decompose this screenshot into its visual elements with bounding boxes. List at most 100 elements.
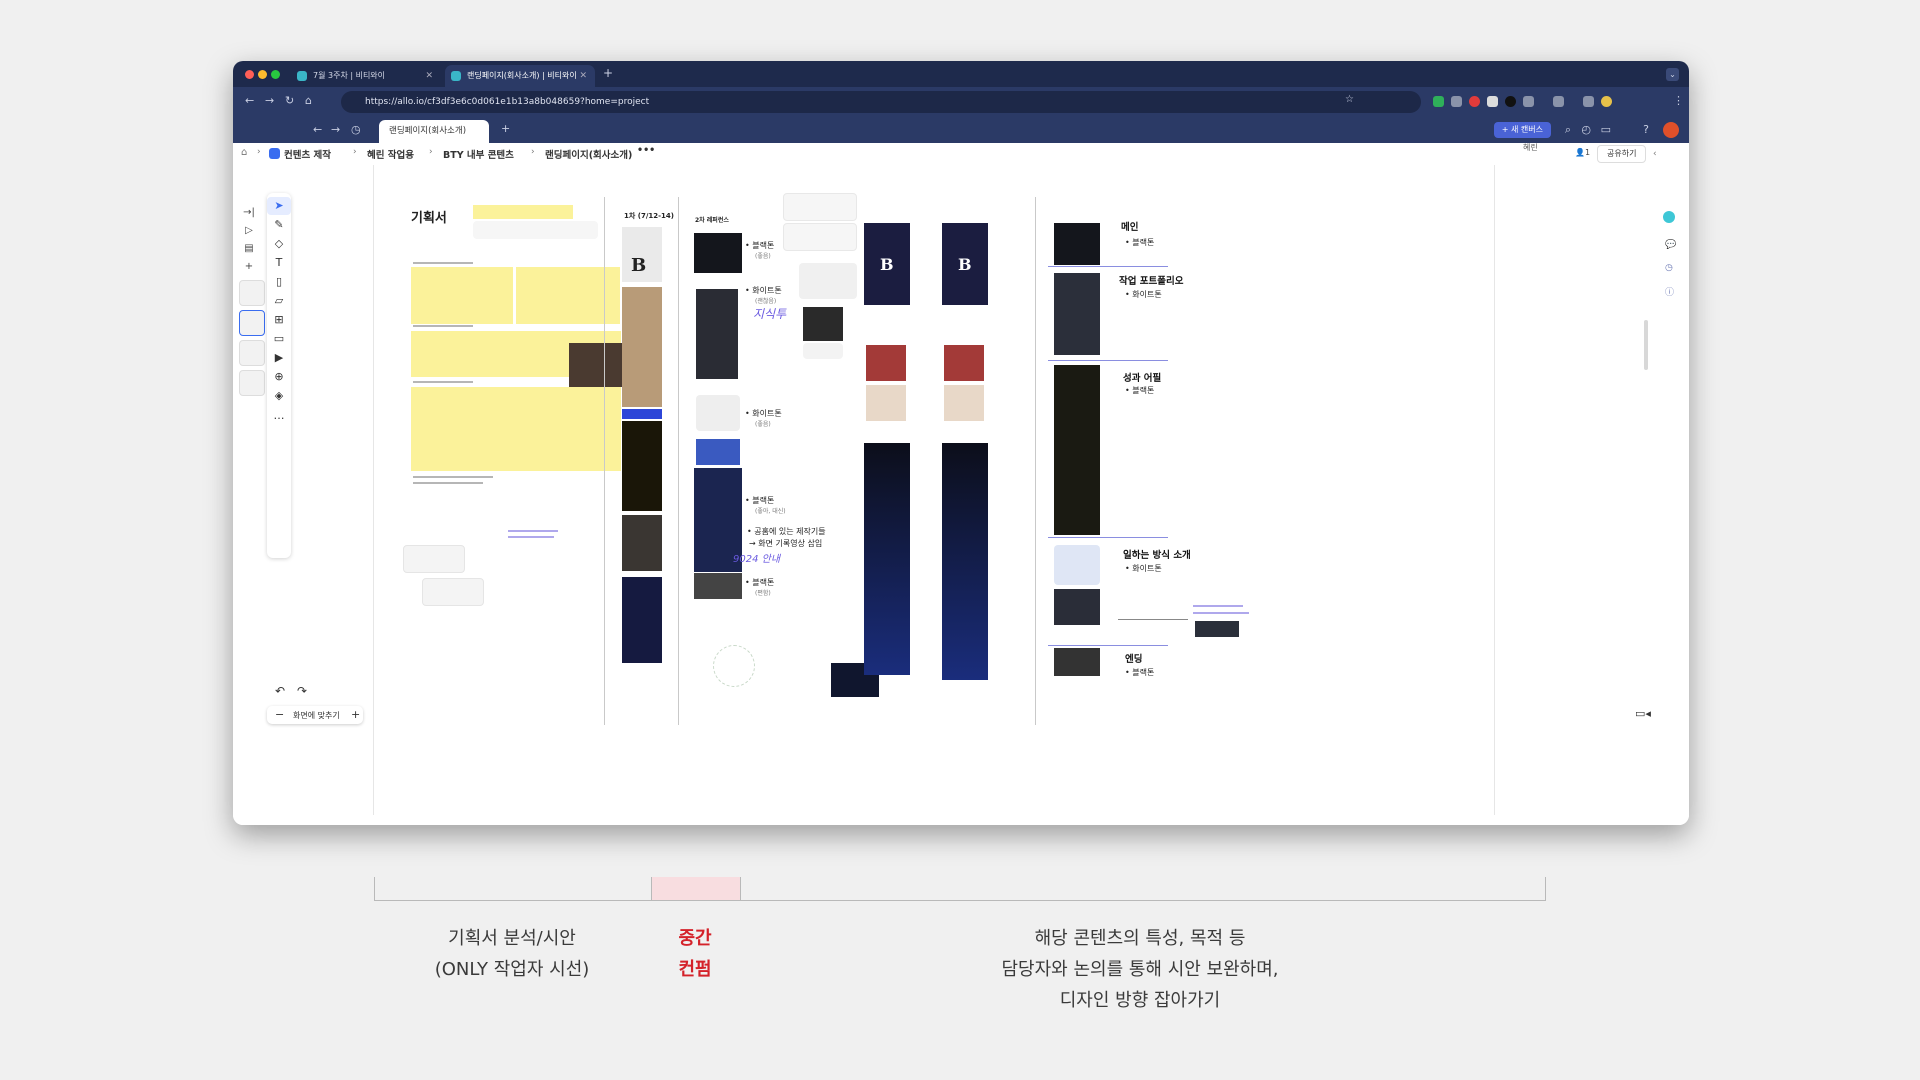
- frame-thumbnail[interactable]: [239, 340, 265, 366]
- video-call-icon[interactable]: ▭◂: [1635, 707, 1651, 720]
- embed-card[interactable]: [473, 221, 598, 239]
- reference-thumb[interactable]: [696, 289, 738, 379]
- tab-search-icon[interactable]: ⌄: [1666, 68, 1679, 81]
- section-preview[interactable]: [1054, 545, 1100, 585]
- frame-thumbnail-active[interactable]: [239, 310, 265, 336]
- browser-tab-1[interactable]: 7월 3주차 | 비티와이 ✕: [291, 65, 441, 87]
- mockup-dark[interactable]: [622, 515, 662, 571]
- new-tab-icon[interactable]: +: [603, 66, 613, 80]
- back-icon[interactable]: ←: [245, 94, 254, 107]
- table-icon[interactable]: ⊞: [267, 311, 291, 329]
- text-icon[interactable]: T: [267, 254, 291, 272]
- node-cluster[interactable]: [713, 645, 755, 687]
- app-logo-icon[interactable]: [1663, 211, 1675, 223]
- inbox-icon[interactable]: ▭: [1601, 123, 1611, 136]
- reference-thumb[interactable]: [1195, 621, 1239, 637]
- section-preview[interactable]: [1054, 365, 1100, 535]
- frame-thumbnail[interactable]: [239, 370, 265, 396]
- browser-tab-2[interactable]: 랜딩페이지(회사소개) | 비티와이 ✕: [445, 65, 595, 87]
- search-icon[interactable]: ⌕: [1565, 123, 1571, 137]
- reference-thumb[interactable]: [803, 307, 843, 341]
- mockup-food[interactable]: [622, 287, 662, 407]
- more-options-icon[interactable]: •••: [637, 145, 655, 156]
- chat-icon[interactable]: 💬: [1665, 240, 1676, 250]
- section-preview[interactable]: [1054, 589, 1100, 625]
- extension-n-icon[interactable]: [1433, 96, 1444, 107]
- link-card[interactable]: [422, 578, 484, 606]
- section-preview[interactable]: [1054, 648, 1100, 676]
- home-icon[interactable]: ⌂: [241, 147, 247, 158]
- fit-screen-button[interactable]: 화면에 맞추기: [293, 710, 340, 721]
- collapse-panel-icon[interactable]: ‹: [1653, 149, 1657, 159]
- reference-thumb[interactable]: [694, 573, 742, 599]
- extension-dark-icon[interactable]: [1505, 96, 1516, 107]
- add-frame-icon[interactable]: +: [241, 261, 257, 272]
- link-card[interactable]: [403, 545, 465, 573]
- sidebar-toggle-icon[interactable]: [1553, 96, 1564, 107]
- product-image[interactable]: [944, 385, 984, 421]
- reference-thumb[interactable]: [696, 439, 740, 465]
- download-icon[interactable]: [1583, 96, 1594, 107]
- add-page-icon[interactable]: +: [501, 122, 510, 135]
- extension-camera-icon[interactable]: [1451, 96, 1462, 107]
- link-card[interactable]: [803, 343, 843, 359]
- link-card[interactable]: [783, 223, 857, 251]
- shapes-icon[interactable]: ◇: [267, 235, 291, 253]
- close-window-button[interactable]: [245, 70, 254, 79]
- zoom-in-icon[interactable]: +: [351, 708, 360, 721]
- home-icon[interactable]: ⌂: [305, 94, 312, 107]
- browser-menu-icon[interactable]: ⋮: [1673, 94, 1684, 107]
- video-icon[interactable]: ▶: [267, 349, 291, 367]
- frame-thumbnail[interactable]: [239, 280, 265, 306]
- sticky-note[interactable]: [411, 387, 621, 471]
- share-button[interactable]: 공유하기: [1597, 145, 1647, 163]
- reference-thumb[interactable]: [696, 395, 740, 431]
- comment-icon[interactable]: ▭: [267, 330, 291, 348]
- reload-icon[interactable]: ↻: [285, 94, 294, 107]
- product-image[interactable]: [866, 385, 906, 421]
- product-image[interactable]: [944, 345, 984, 381]
- close-tab-icon[interactable]: ✕: [579, 65, 587, 87]
- section-preview[interactable]: [1054, 273, 1100, 355]
- redo-icon[interactable]: ↷: [297, 684, 307, 698]
- present-icon[interactable]: ▷: [241, 225, 257, 236]
- canvas-area[interactable]: →| ▷ ▤ + ➤ ✎ ◇ T ▯ ▱ ⊞ ▭ ▶ ⊕ ◈ … ↶ ↷ − 화…: [233, 165, 1689, 825]
- section-preview[interactable]: [1054, 223, 1100, 265]
- history-icon[interactable]: ◷: [351, 123, 361, 136]
- embed-icon[interactable]: ⊕: [267, 368, 291, 386]
- app-back-icon[interactable]: ←: [313, 123, 322, 136]
- user-avatar[interactable]: [1663, 122, 1679, 138]
- bookmark-star-icon[interactable]: ☆: [1345, 94, 1354, 105]
- mockup-banner[interactable]: [622, 409, 662, 419]
- history-panel-icon[interactable]: ◷: [1665, 263, 1673, 273]
- product-image[interactable]: [866, 345, 906, 381]
- breadcrumb-item[interactable]: 혜린 작업용: [367, 147, 414, 161]
- document-icon[interactable]: ▯: [267, 273, 291, 291]
- link-card[interactable]: [783, 193, 857, 221]
- sticky-note[interactable]: [411, 267, 513, 324]
- mockup-blue[interactable]: [622, 577, 662, 663]
- mockup-gold[interactable]: [622, 421, 662, 511]
- profile-avatar[interactable]: [1601, 96, 1612, 107]
- extensions-puzzle-icon[interactable]: [1523, 96, 1534, 107]
- help-icon[interactable]: ?: [1643, 123, 1649, 136]
- extension-pinterest-icon[interactable]: [1469, 96, 1480, 107]
- zoom-out-icon[interactable]: −: [275, 708, 284, 721]
- sticky-note-icon[interactable]: ▱: [267, 292, 291, 310]
- close-tab-icon[interactable]: ✕: [425, 65, 433, 87]
- timer-icon[interactable]: ◴: [1581, 123, 1591, 136]
- reference-thumb[interactable]: [694, 233, 742, 273]
- url-field[interactable]: https://allo.io/cf3df3e6c0d061e1b13a8b04…: [341, 91, 1421, 113]
- minimize-window-button[interactable]: [258, 70, 267, 79]
- collapse-rail-icon[interactable]: →|: [241, 207, 257, 218]
- forward-icon[interactable]: →: [265, 94, 274, 107]
- extension-box-icon[interactable]: [1487, 96, 1498, 107]
- breadcrumb-item[interactable]: 컨텐츠 제작: [284, 147, 331, 161]
- new-canvas-button[interactable]: + 새 캔버스: [1493, 122, 1551, 138]
- frames-icon[interactable]: ▤: [241, 243, 257, 254]
- more-tools-icon[interactable]: …: [267, 407, 291, 425]
- select-cursor-icon[interactable]: ➤: [267, 197, 291, 215]
- info-icon[interactable]: ⓘ: [1665, 285, 1674, 298]
- pen-icon[interactable]: ✎: [267, 216, 291, 234]
- maximize-window-button[interactable]: [271, 70, 280, 79]
